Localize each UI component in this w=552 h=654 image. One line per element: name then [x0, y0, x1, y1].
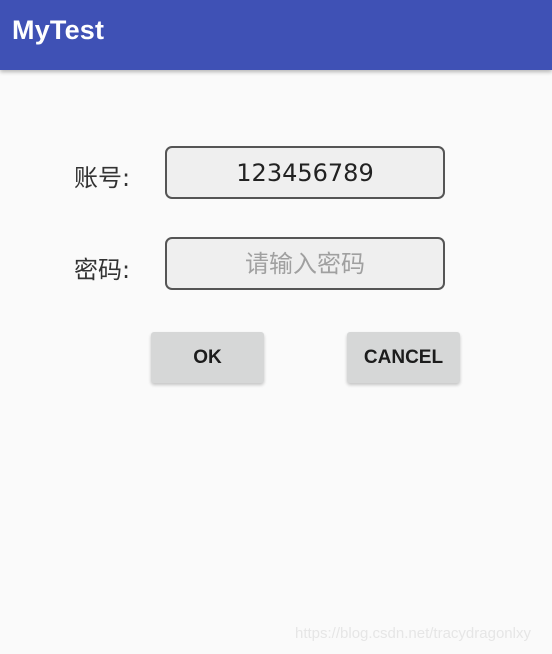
account-input[interactable]: [165, 146, 445, 199]
app-bar: MyTest: [0, 0, 552, 70]
cancel-button[interactable]: CANCEL: [347, 332, 460, 383]
app-title: MyTest: [12, 15, 105, 45]
password-label: 密码:: [74, 256, 131, 284]
password-input[interactable]: [165, 237, 445, 290]
ok-button[interactable]: OK: [151, 332, 264, 383]
watermark: https://blog.csdn.net/tracydragonlxy: [295, 625, 531, 642]
account-label: 账号:: [74, 164, 131, 192]
